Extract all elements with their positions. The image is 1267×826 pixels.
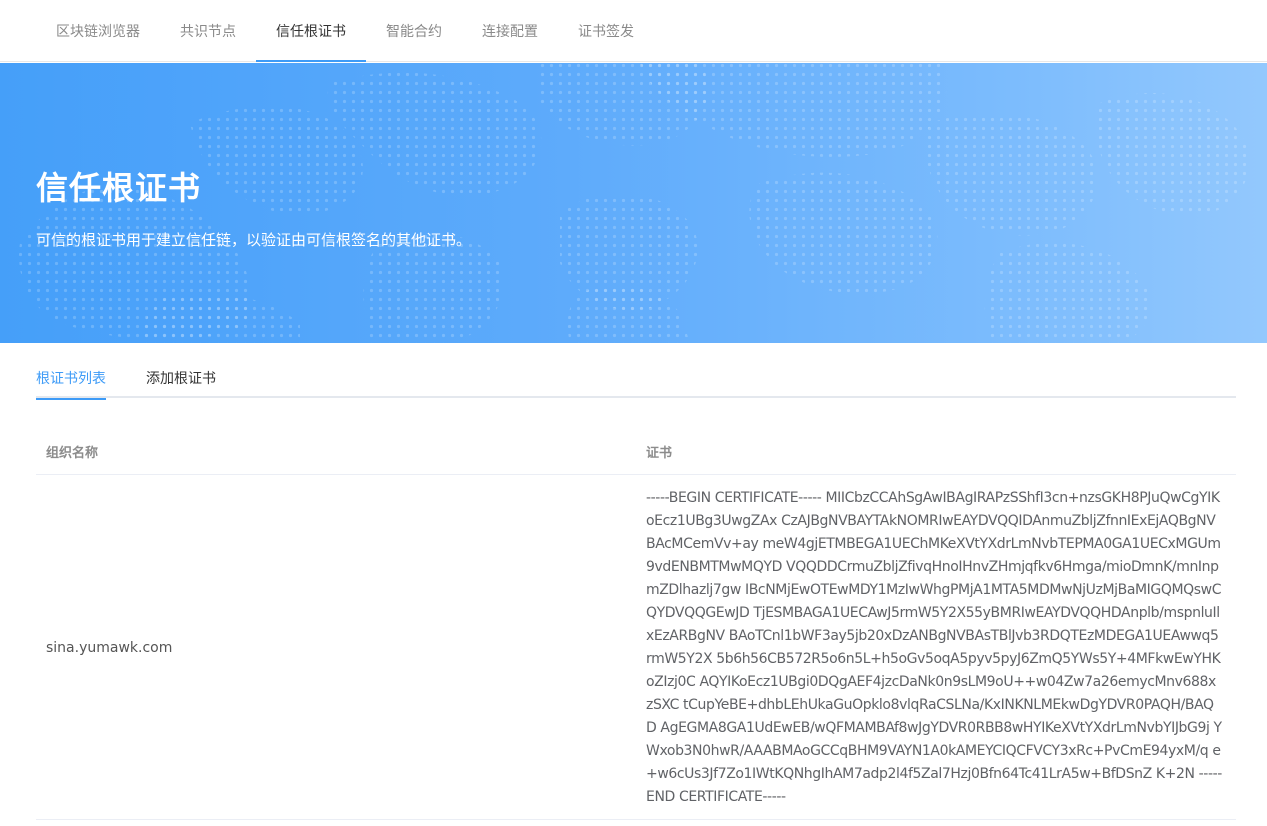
top-navigation: 区块链浏览器 共识节点 信任根证书 智能合约 连接配置 证书签发	[0, 0, 1267, 62]
column-header-certificate: 证书	[646, 445, 673, 461]
nav-tab-certificate-issuance[interactable]: 证书签发	[558, 0, 654, 62]
nav-tab-connection-config[interactable]: 连接配置	[462, 0, 558, 62]
tab-root-cert-list[interactable]: 根证书列表	[36, 362, 106, 400]
certificate-cell: -----BEGIN CERTIFICATE----- MIICbzCCAhSg…	[646, 490, 1222, 805]
nav-tab-smart-contracts[interactable]: 智能合约	[366, 0, 462, 62]
nav-tab-blockchain-explorer[interactable]: 区块链浏览器	[36, 0, 160, 62]
nav-tab-trusted-root-certs[interactable]: 信任根证书	[256, 0, 366, 62]
column-header-org-name: 组织名称	[46, 445, 99, 461]
tab-add-root-cert[interactable]: 添加根证书	[146, 362, 216, 398]
nav-tab-consensus-nodes[interactable]: 共识节点	[160, 0, 256, 62]
page-description: 可信的根证书用于建立信任链，以验证由可信根签名的其他证书。	[36, 231, 472, 249]
page-title: 信任根证书	[36, 169, 202, 207]
top-nav-tabs: 区块链浏览器 共识节点 信任根证书 智能合约 连接配置 证书签发	[36, 0, 654, 62]
table-header: 组织名称 证书	[36, 428, 1236, 475]
content-tabs: 根证书列表 添加根证书	[36, 362, 1236, 400]
table-row: sina.yumawk.com -----BEGIN CERTIFICATE--…	[36, 475, 1236, 820]
org-name-cell: sina.yumawk.com	[46, 640, 173, 656]
root-cert-table: 组织名称 证书 sina.yumawk.com -----BEGIN CERTI…	[36, 428, 1236, 820]
page-banner: 信任根证书 可信的根证书用于建立信任链，以验证由可信根签名的其他证书。	[0, 63, 1267, 343]
